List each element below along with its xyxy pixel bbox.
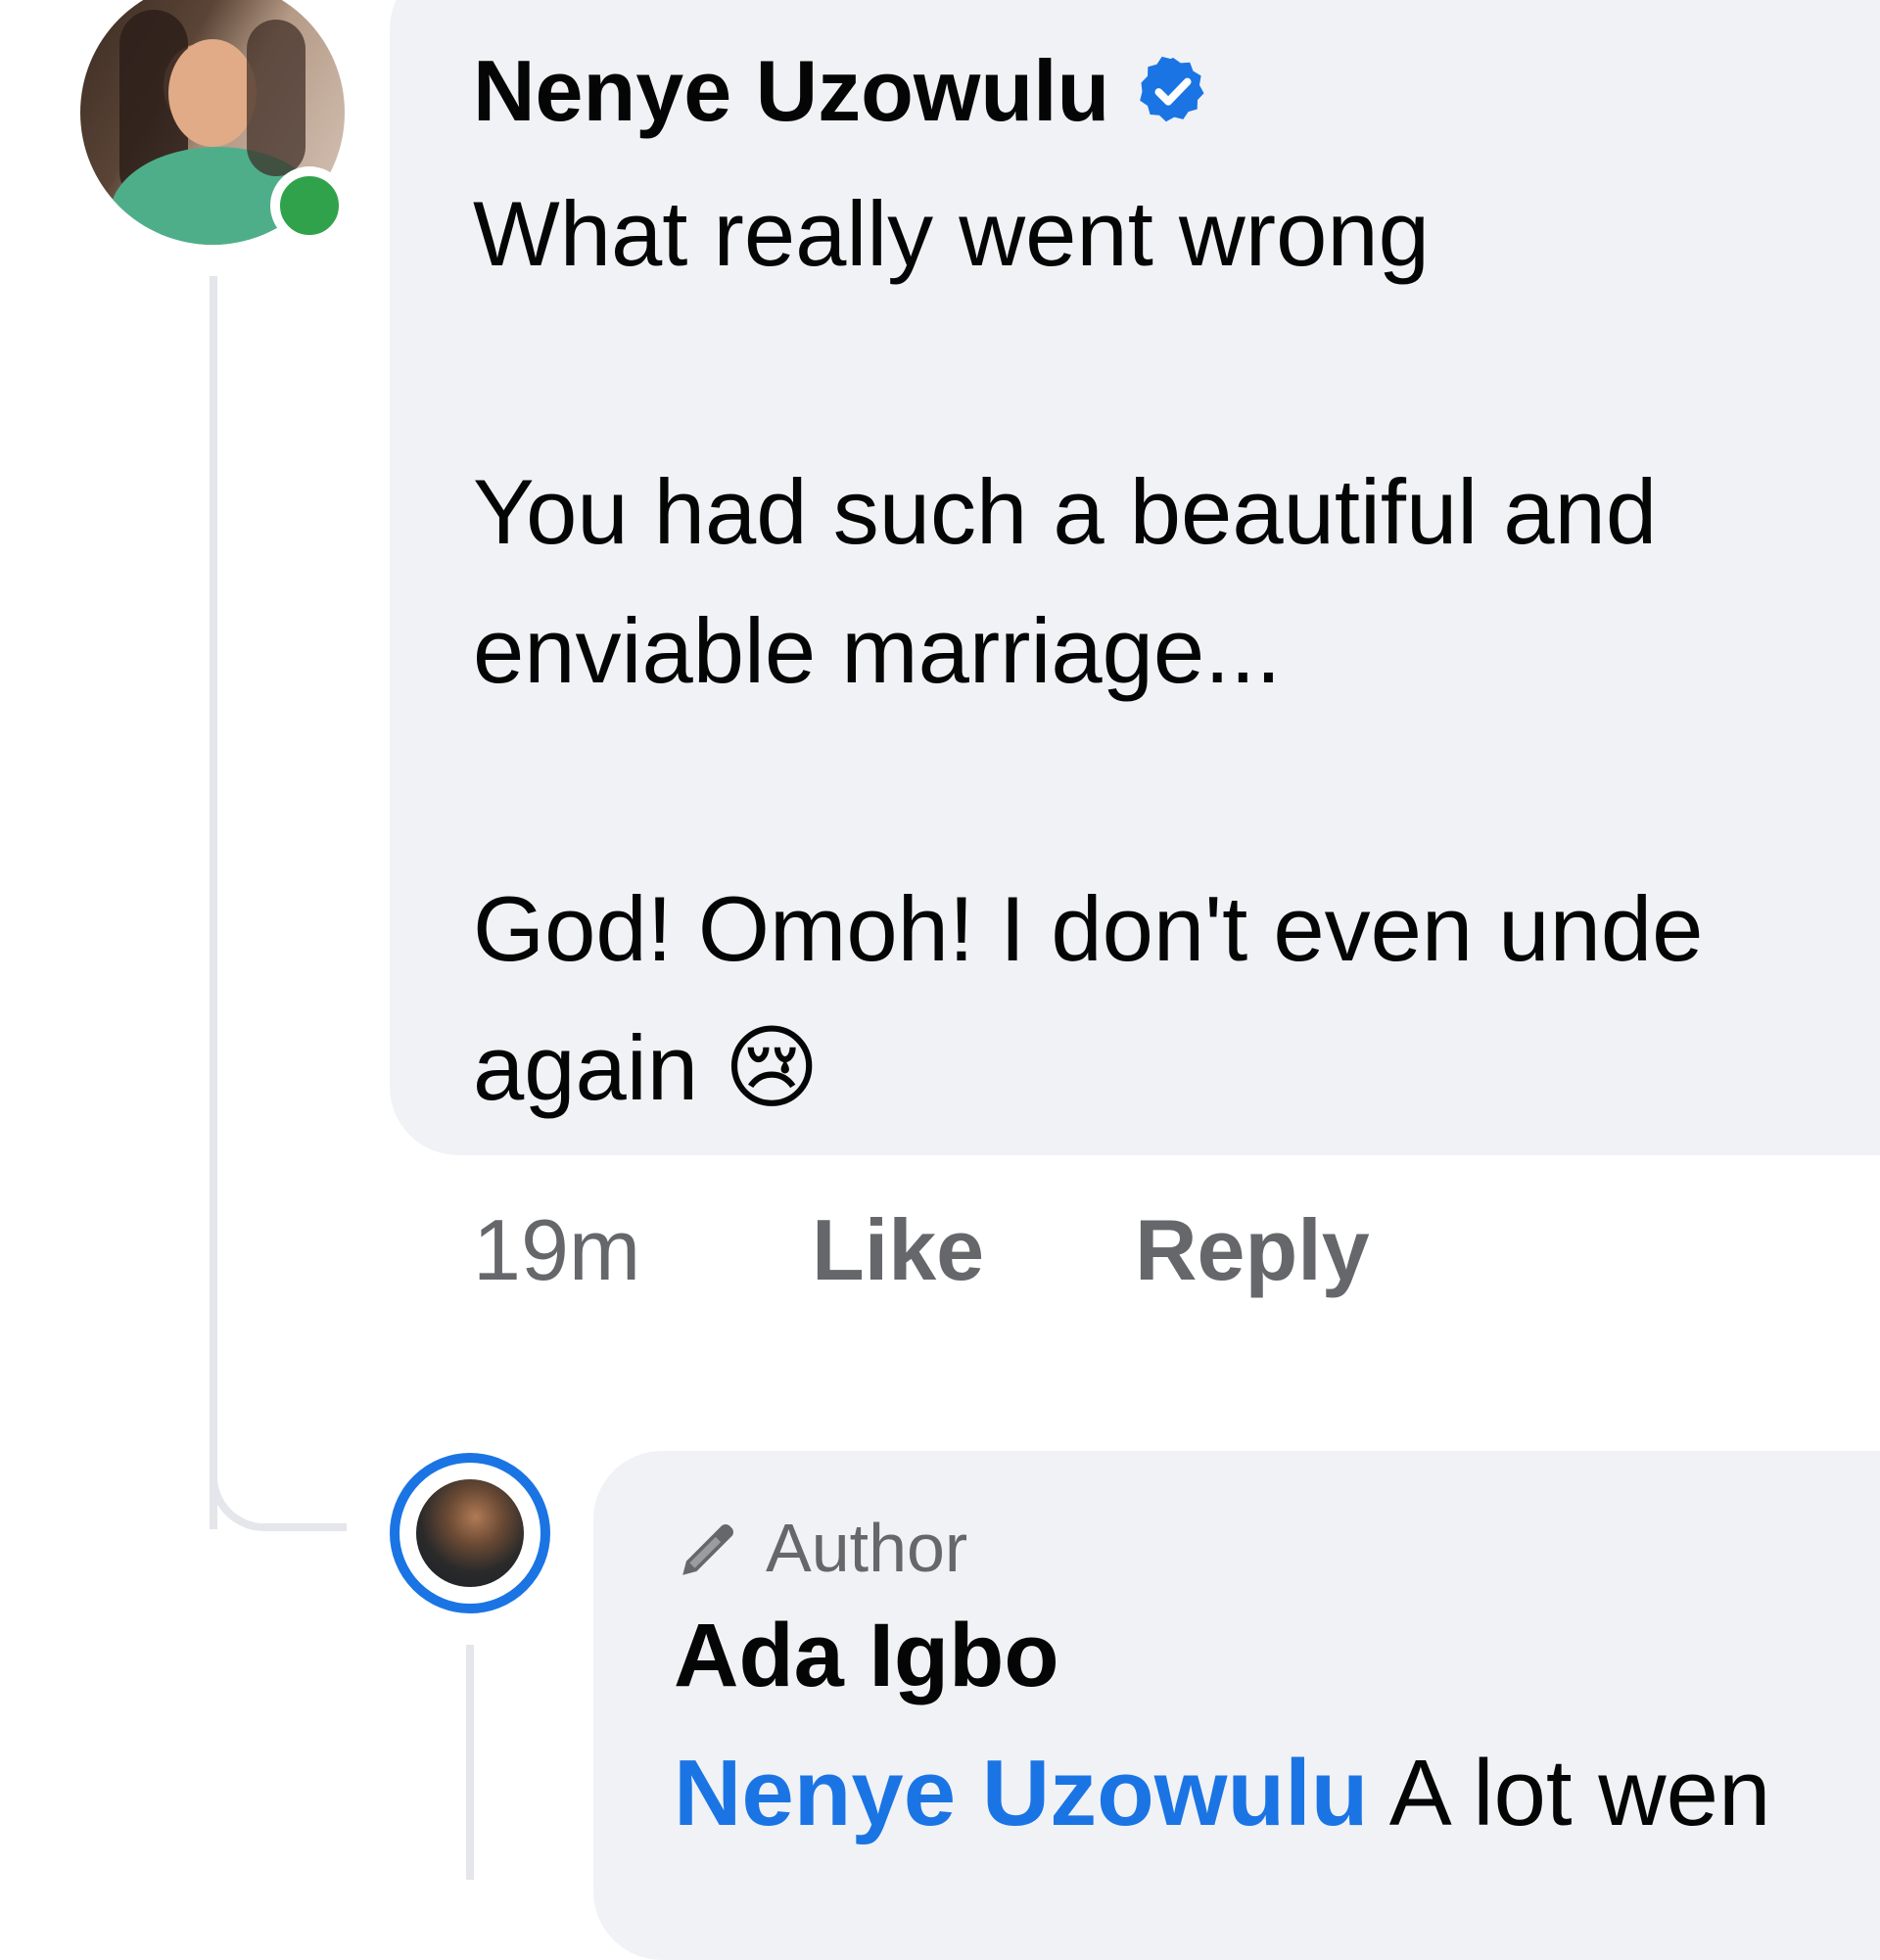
reply-text: Nenye Uzowulu A lot wen (674, 1735, 1770, 1852)
online-status-indicator (270, 166, 349, 245)
reply-body: A lot wen (1368, 1741, 1771, 1845)
thread-line-reply (466, 1645, 474, 1880)
like-button[interactable]: Like (812, 1196, 984, 1304)
comment-author-name[interactable]: Nenye Uzowulu (473, 37, 1109, 145)
author-badge-label: Author (766, 1510, 968, 1586)
comment-author[interactable]: Nenye Uzowulu (473, 37, 1211, 145)
thread-connector (210, 1439, 347, 1531)
reply-avatar[interactable] (416, 1479, 524, 1587)
mention-link[interactable]: Nenye Uzowulu (674, 1741, 1368, 1845)
pencil-icon (682, 1524, 733, 1575)
comment-timestamp[interactable]: 19m (473, 1196, 640, 1304)
author-badge: Author (674, 1494, 967, 1602)
reply-author-name[interactable]: Ada Igbo (674, 1602, 1059, 1709)
reply-button[interactable]: Reply (1135, 1196, 1370, 1304)
thread-line (210, 276, 217, 1529)
verified-badge-icon (1140, 56, 1204, 122)
comment-text: What really went wrong You had such a be… (473, 182, 1704, 1119)
